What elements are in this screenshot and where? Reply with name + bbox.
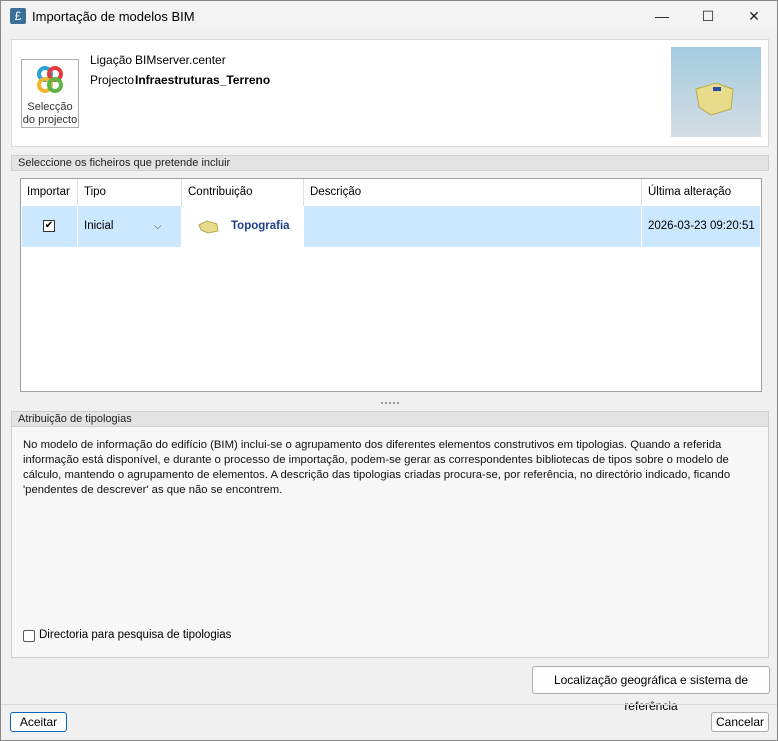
contribution-value: Topografia <box>231 220 290 232</box>
link-value: BIMserver.center <box>135 53 226 67</box>
cancel-button[interactable]: Cancelar <box>711 712 769 732</box>
col-contribution[interactable]: Contribuição <box>182 179 304 206</box>
col-description[interactable]: Descrição <box>304 179 642 206</box>
files-table: Importar Tipo Contribuição Descrição Últ… <box>20 178 762 392</box>
directory-checkbox[interactable] <box>23 630 35 642</box>
directory-checkbox-label[interactable]: Directoria para pesquisa de tipologias <box>39 629 231 641</box>
col-import[interactable]: Importar <box>21 179 78 206</box>
maximize-button[interactable]: ☐ <box>685 1 731 31</box>
link-label: Ligação <box>90 53 133 67</box>
typologies-panel: Atribuição de tipologias No modelo de in… <box>11 411 769 658</box>
project-panel: Selecção do projecto Ligação BIMserver.c… <box>11 39 769 147</box>
close-button[interactable]: ✕ <box>731 1 777 31</box>
col-type[interactable]: Tipo <box>78 179 182 206</box>
accept-button[interactable]: Aceitar <box>10 712 67 732</box>
type-dropdown[interactable]: Inicial ⌵ <box>78 206 182 247</box>
divider <box>1 704 777 705</box>
col-modified[interactable]: Última alteração <box>642 179 761 206</box>
terrain-icon <box>198 220 219 234</box>
minimize-button[interactable]: — <box>639 1 685 31</box>
type-value: Inicial <box>84 220 114 232</box>
typologies-section-header: Atribuição de tipologias <box>11 411 769 427</box>
select-project-button[interactable]: Selecção do projecto <box>21 59 79 128</box>
chevron-down-icon: ⌵ <box>154 221 162 232</box>
import-checkbox[interactable]: ✔ <box>43 220 55 232</box>
app-icon: £ <box>10 8 26 24</box>
description-value <box>304 206 642 247</box>
title-bar: £ Importação de modelos BIM — ☐ ✕ <box>1 1 777 31</box>
table-row[interactable]: ✔ Inicial ⌵ Topografia 2026-03-23 09:20:… <box>22 206 760 247</box>
files-section-header: Seleccione os ficheiros que pretende inc… <box>11 155 769 171</box>
geo-location-button[interactable]: Localização geográfica e sistema de refe… <box>532 666 770 713</box>
terrain-model-icon <box>695 82 734 116</box>
project-label: Projecto <box>90 73 135 87</box>
project-value: Infraestruturas_Terreno <box>135 73 271 87</box>
select-project-label: Selecção do projecto <box>22 101 78 126</box>
bimserver-logo-icon <box>37 66 63 93</box>
window-title: Importação de modelos BIM <box>32 9 195 24</box>
model-thumbnail <box>671 47 761 137</box>
modified-value: 2026-03-23 09:20:51 <box>648 220 755 232</box>
typologies-description: No modelo de informação do edifício (BIM… <box>23 439 731 496</box>
splitter-handle[interactable] <box>381 402 399 406</box>
